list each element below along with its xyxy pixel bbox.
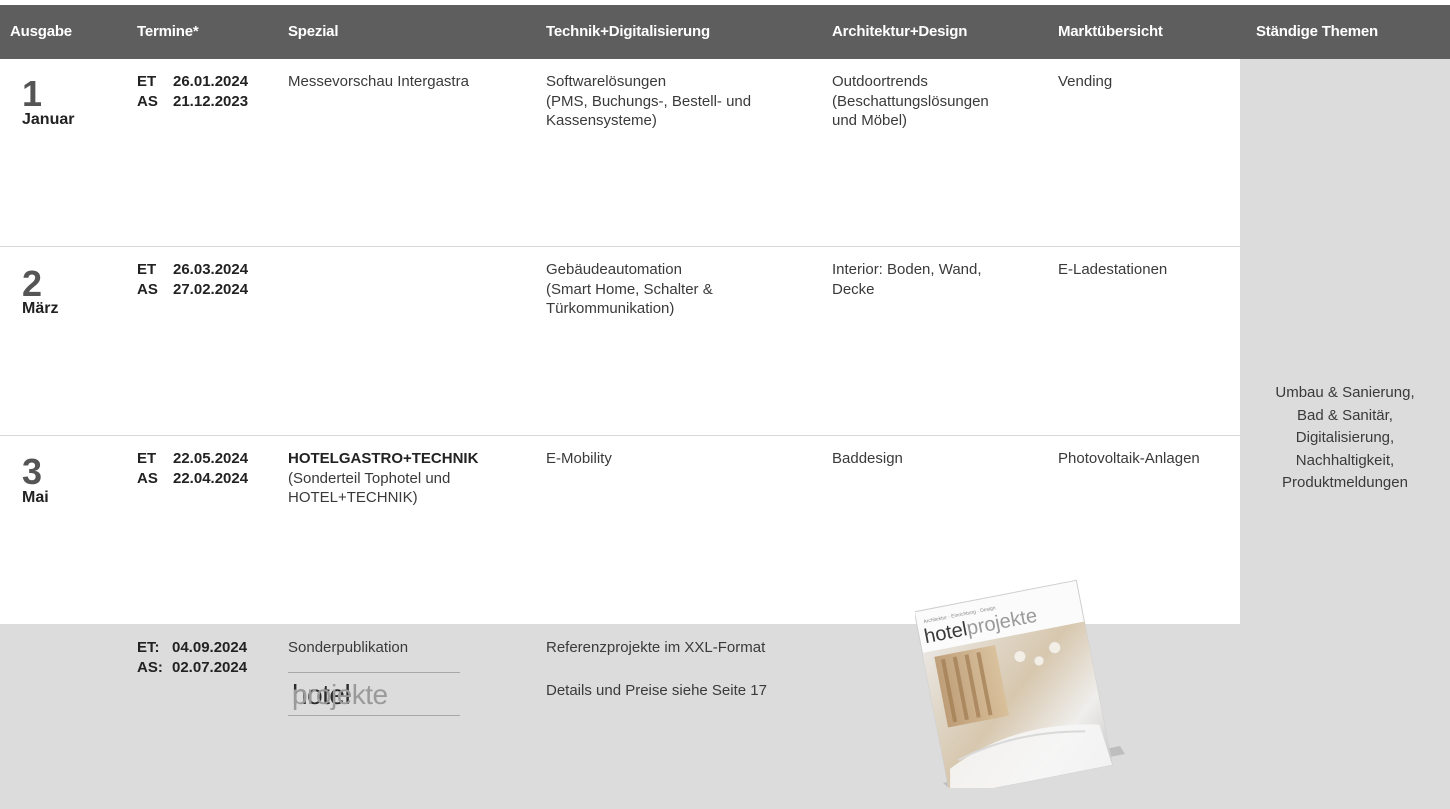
magazine-cover-image: Architektur · Einrichtung · Design hotel… xyxy=(915,579,1125,788)
as-label: AS xyxy=(137,93,158,110)
technik-text: Softwarelösungen (PMS, Buchungs-, Bestel… xyxy=(546,72,751,131)
issue-dates: ET 22.05.2024 AS 22.04.2024 xyxy=(137,449,248,489)
special-line-1: Referenzprojekte im XXL-Format xyxy=(546,639,766,656)
hotelprojekte-logo: hotel projekte xyxy=(288,672,460,716)
issue-number: 1 xyxy=(22,73,43,114)
markt-text: E-Ladestationen xyxy=(1058,261,1168,278)
themen-item: Produktmeldungen xyxy=(1282,474,1408,491)
technik-line: (PMS, Buchungs-, Bestell- und xyxy=(546,92,752,110)
issue-month: Januar xyxy=(22,111,75,128)
magazine-page: Architektur · Einrichtung · Design hotel… xyxy=(915,579,1113,788)
et-date: 04.09.2024 xyxy=(172,639,248,656)
architektur-text: Baddesign xyxy=(832,450,903,467)
architektur-line: Outdoortrends xyxy=(832,73,928,90)
issue-number: 2 xyxy=(22,263,43,304)
row-divider xyxy=(0,246,1240,247)
row-divider xyxy=(0,435,1240,436)
spezial-line: HOTEL+TECHNIK) xyxy=(288,489,418,506)
spezial-text: Messevorschau Intergastra xyxy=(288,73,469,90)
issue-number: 3 xyxy=(22,451,43,492)
as-date: 21.12.2023 xyxy=(173,93,249,110)
et-date: 26.01.2024 xyxy=(173,73,249,90)
as-label: AS: xyxy=(137,659,163,676)
themen-item: Nachhaltigkeit, xyxy=(1295,451,1395,469)
markt-text: Photovoltaik-Anlagen xyxy=(1058,450,1200,467)
et-label: ET xyxy=(137,73,157,90)
issue-dates: ET 26.03.2024 AS 27.02.2024 xyxy=(137,260,248,300)
table-header: Ausgabe Termine* Spezial Technik+Digital… xyxy=(0,5,1450,59)
as-label: AS xyxy=(137,470,158,487)
special-dates: ET: 04.09.2024 AS: 02.07.2024 xyxy=(137,638,247,678)
architektur-line: (Beschattungslösungen xyxy=(832,92,989,110)
et-label: ET xyxy=(137,450,157,467)
themen-item: Digitalisierung, xyxy=(1295,429,1395,446)
et-label: ET xyxy=(137,261,157,278)
header-ausgabe: Ausgabe xyxy=(10,23,72,40)
header-termine: Termine* xyxy=(137,23,199,40)
spezial-bold: HOTELGASTRO+TECHNIK xyxy=(288,449,478,469)
header-marktuebersicht: Marktübersicht xyxy=(1058,23,1163,40)
as-date: 02.07.2024 xyxy=(172,659,248,676)
architektur-text: Interior: Boden, Wand, Decke xyxy=(832,260,982,299)
issue-month: März xyxy=(22,300,59,317)
special-line-2: Details und Preise siehe Seite 17 xyxy=(546,682,767,699)
architektur-line: und Möbel) xyxy=(832,112,908,129)
technik-line: Gebäudeautomation xyxy=(546,261,682,278)
technik-line: Türkommunikation) xyxy=(546,300,675,317)
et-date: 26.03.2024 xyxy=(173,261,249,278)
issue-month: Mai xyxy=(22,489,49,506)
architektur-line: Decke xyxy=(832,280,875,298)
themen-item: Umbau & Sanierung, xyxy=(1275,384,1415,401)
spezial-bold-label: HOTELGASTRO+TECHNIK xyxy=(288,450,479,467)
markt-text: Vending xyxy=(1058,73,1113,90)
as-date: 27.02.2024 xyxy=(173,281,249,298)
spezial-line: (Sonderteil Tophotel und xyxy=(288,469,451,487)
spezial-text: HOTELGASTRO+TECHNIK (Sonderteil Tophotel… xyxy=(288,449,478,508)
staendige-themen-list: Umbau & Sanierung, Bad & Sanitär, Digita… xyxy=(1240,382,1450,495)
technik-line: Softwarelösungen xyxy=(546,73,667,90)
et-date: 22.05.2024 xyxy=(173,450,249,467)
technik-line: Kassensysteme) xyxy=(546,112,657,129)
architektur-text: Outdoortrends (Beschattungslösungen und … xyxy=(832,72,989,131)
special-title: Sonderpublikation xyxy=(288,639,409,656)
et-label: ET: xyxy=(137,639,160,656)
as-date: 22.04.2024 xyxy=(173,470,249,487)
header-technik: Technik+Digitalisierung xyxy=(546,23,710,40)
technik-text: E-Mobility xyxy=(546,450,612,467)
header-architektur: Architektur+Design xyxy=(832,23,968,40)
themen-item: Bad & Sanitär, xyxy=(1297,406,1393,424)
logo-projekte: projekte xyxy=(292,679,388,710)
as-label: AS xyxy=(137,281,158,298)
header-staendige-themen: Ständige Themen xyxy=(1256,23,1379,40)
issue-dates: ET 26.01.2024 AS 21.12.2023 xyxy=(137,72,248,112)
header-spezial: Spezial xyxy=(288,23,339,40)
technik-text: Gebäudeautomation (Smart Home, Schalter … xyxy=(546,260,713,319)
architektur-line: Interior: Boden, Wand, xyxy=(832,261,982,278)
technik-line: (Smart Home, Schalter & xyxy=(546,280,713,298)
